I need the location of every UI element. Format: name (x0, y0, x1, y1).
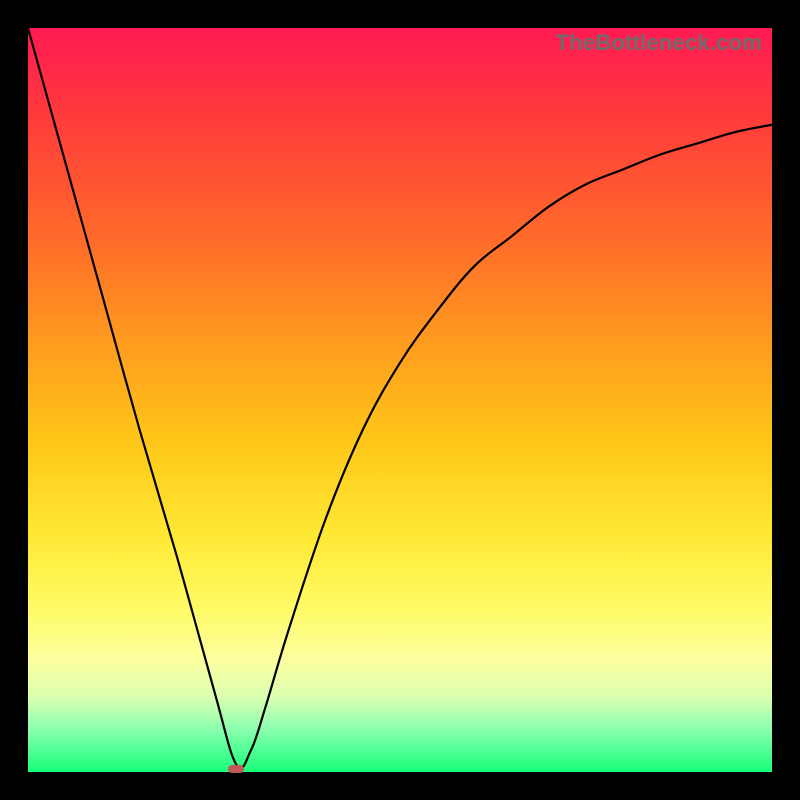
bottleneck-curve (28, 28, 772, 772)
chart-frame: TheBottleneck.com (0, 0, 800, 800)
minimum-marker (228, 765, 244, 773)
plot-area: TheBottleneck.com (28, 28, 772, 772)
